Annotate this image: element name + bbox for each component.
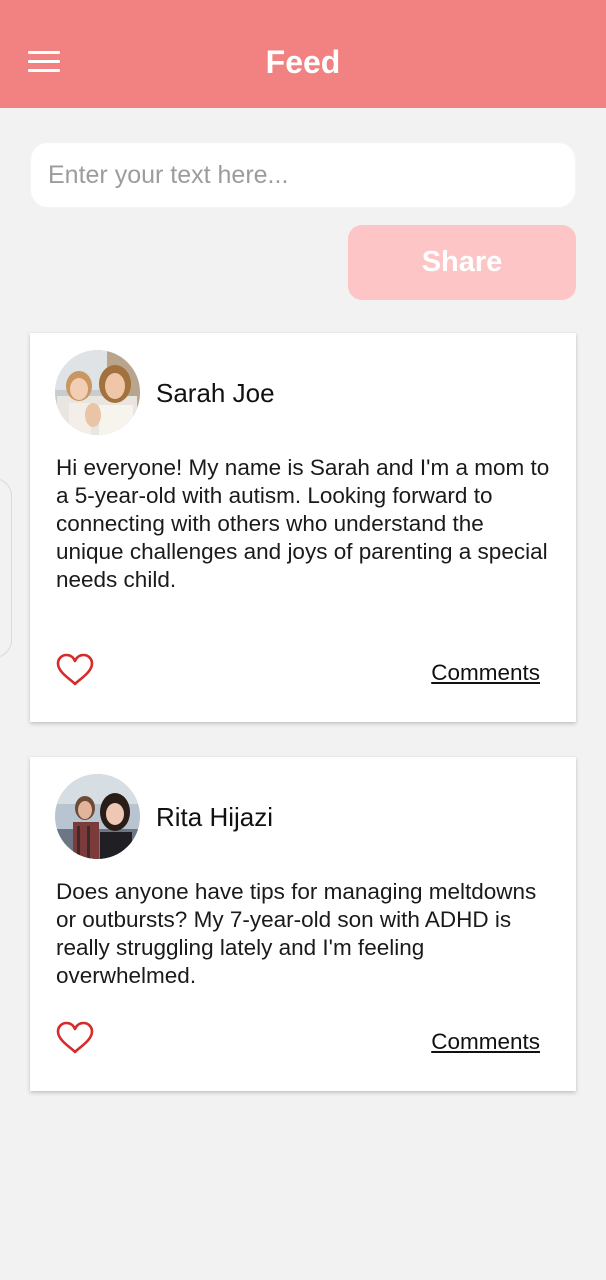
post-composer xyxy=(30,142,576,208)
page-title: Feed xyxy=(265,44,341,80)
post-body-text: Hi everyone! My name is Sarah and I'm a … xyxy=(56,455,550,592)
side-drawer-handle[interactable] xyxy=(0,478,12,658)
post-card: Rita Hijazi Does anyone have tips for ma… xyxy=(30,757,576,1091)
avatar[interactable] xyxy=(55,350,140,435)
author-name[interactable]: Rita Hijazi xyxy=(156,801,273,833)
avatar[interactable] xyxy=(55,774,140,859)
post-body-text: Does anyone have tips for managing meltd… xyxy=(56,879,537,988)
app-header: Feed xyxy=(0,0,606,108)
avatar-photo-icon xyxy=(55,774,140,859)
post-card: Sarah Joe Hi everyone! My name is Sarah … xyxy=(30,333,576,722)
author-name[interactable]: Sarah Joe xyxy=(156,377,275,409)
avatar-photo-icon xyxy=(55,350,140,435)
share-button[interactable]: Share xyxy=(348,225,576,300)
heart-outline-icon[interactable] xyxy=(56,1021,94,1055)
feed-screen: Feed Share Sarah Joe H xyxy=(0,0,606,1280)
comments-link[interactable]: Comments xyxy=(431,1028,540,1056)
post-text-input[interactable] xyxy=(30,142,576,208)
heart-outline-icon[interactable] xyxy=(56,653,94,687)
comments-link[interactable]: Comments xyxy=(431,659,540,687)
